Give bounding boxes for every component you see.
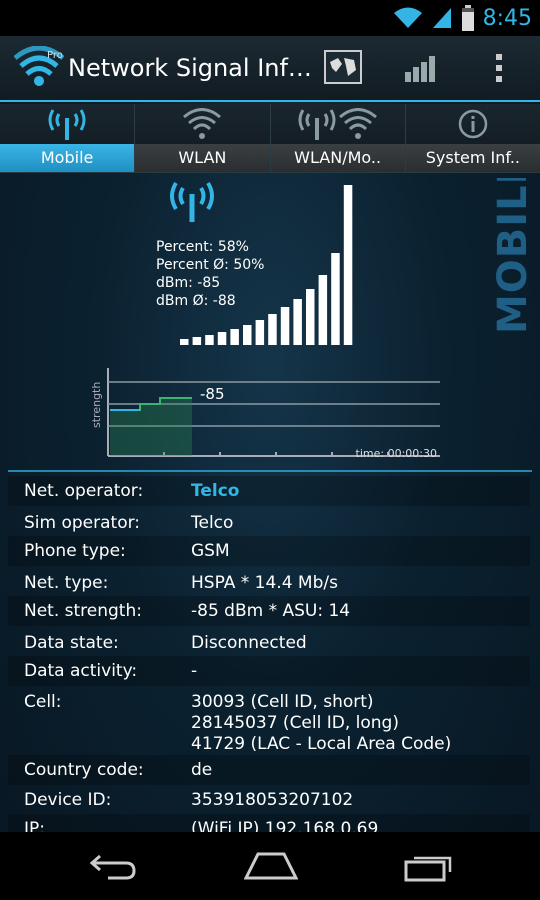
- info-label: Net. strength:: [24, 601, 142, 621]
- info-value: -85 dBm * ASU: 14: [191, 601, 351, 621]
- info-value-group: Telco: [191, 481, 239, 502]
- map-icon[interactable]: [324, 50, 362, 86]
- signal-bars-icon[interactable]: [404, 54, 438, 82]
- signal-bar: [343, 185, 353, 345]
- strength-graph: strength -85 time: 00:00:30: [90, 368, 440, 460]
- signal-bar: [243, 325, 252, 345]
- tab-label: WLAN/Mo..: [270, 144, 405, 172]
- screen: 8:45 Pro Network Signal Inf… Mobile WLAN…: [0, 0, 540, 900]
- tab-bar: Mobile WLAN WLAN/Mo.. System Inf..: [0, 104, 540, 173]
- mobile-side-label: MOBILE: [490, 178, 534, 334]
- info-value-group: 30093 (Cell ID, short) 28145037 (Cell ID,…: [191, 692, 451, 755]
- info-value: 28145037 (Cell ID, long): [191, 713, 399, 733]
- info-value: Disconnected: [191, 633, 307, 653]
- info-value-group: Telco: [191, 513, 233, 534]
- info-label: Net. type:: [24, 573, 109, 593]
- info-row: Phone type: GSM: [8, 536, 530, 566]
- tab-label: System Inf..: [405, 144, 540, 172]
- tower-wifi-icon: [298, 108, 377, 140]
- info-icon: [458, 109, 488, 139]
- signal-bar: [255, 320, 265, 345]
- info-value-group: HSPA * 14.4 Mb/s: [191, 573, 338, 594]
- info-row: Device ID: 353918053207102: [8, 785, 530, 814]
- cell-signal-icon: [432, 8, 451, 28]
- info-value-group: Disconnected: [191, 633, 307, 654]
- tab-wlan-mobile[interactable]: WLAN/Mo..: [270, 104, 406, 172]
- info-value-group: -85 dBm * ASU: 14: [191, 601, 350, 622]
- section-divider: [8, 470, 532, 472]
- info-label: Data state:: [24, 633, 119, 653]
- graph-current-value: -85: [200, 385, 225, 403]
- status-bar: 8:45: [0, 0, 540, 36]
- signal-bar: [192, 337, 202, 345]
- cell-tower-icon: [48, 109, 86, 140]
- home-icon[interactable]: [244, 850, 298, 882]
- info-value: Telco: [191, 513, 234, 533]
- clock: 8:45: [482, 5, 532, 31]
- signal-bar: [268, 314, 277, 345]
- info-row: Net. strength: -85 dBm * ASU: 14: [8, 596, 530, 626]
- app-icon-badge: Pro: [47, 50, 63, 61]
- info-value: -: [191, 661, 198, 681]
- signal-bar: [318, 275, 328, 345]
- info-label: Sim operator:: [24, 513, 141, 533]
- back-icon[interactable]: [88, 850, 138, 882]
- navigation-bar: [0, 832, 540, 900]
- app-wifi-icon[interactable]: Pro: [14, 46, 64, 92]
- signal-bar: [331, 253, 340, 345]
- signal-bar: [230, 329, 239, 345]
- info-value: 353918053207102: [191, 790, 354, 810]
- battery-icon: [461, 5, 474, 31]
- signal-bar: [293, 299, 302, 345]
- info-label: Net. operator:: [24, 481, 144, 501]
- signal-strength-bars: [180, 185, 353, 345]
- info-label: Country code:: [24, 760, 144, 780]
- info-row: Data state: Disconnected: [8, 628, 530, 656]
- info-value: HSPA * 14.4 Mb/s: [191, 573, 338, 593]
- signal-bar: [280, 307, 290, 345]
- info-value: de: [191, 760, 213, 780]
- action-bar: Pro Network Signal Inf…: [0, 36, 540, 102]
- info-list: Net. operator: Telco Sim operator: Telco Pho…: [0, 476, 540, 832]
- tab-mobile[interactable]: Mobile: [0, 104, 136, 172]
- info-row: Net. type: HSPA * 14.4 Mb/s: [8, 568, 530, 596]
- info-label: Data activity:: [24, 661, 138, 681]
- info-value-group: GSM: [191, 541, 230, 562]
- signal-bar: [205, 335, 214, 345]
- info-value-group: (WiFi IP) 192.168.0.69: [191, 819, 378, 832]
- overflow-menu-icon[interactable]: [492, 50, 506, 86]
- info-value: 30093 (Cell ID, short): [191, 692, 374, 712]
- info-row: Net. operator: Telco: [8, 476, 530, 506]
- tab-label: WLAN: [135, 144, 270, 172]
- tab-system-info[interactable]: System Inf..: [405, 104, 540, 172]
- info-label: IP:: [24, 819, 45, 832]
- signal-bar: [217, 332, 227, 345]
- info-label: Phone type:: [24, 541, 126, 561]
- info-label: Cell:: [24, 692, 62, 712]
- info-value: (WiFi IP) 192.168.0.69: [191, 819, 379, 832]
- recents-icon[interactable]: [404, 850, 454, 882]
- tab-label: Mobile: [0, 144, 135, 172]
- info-row: Data activity: -: [8, 656, 530, 686]
- signal-bar: [306, 289, 315, 345]
- info-value-group: -: [191, 661, 197, 682]
- wifi-icon: [393, 7, 422, 28]
- app-title: Network Signal Inf…: [68, 54, 312, 82]
- wifi-icon: [183, 108, 222, 139]
- signal-bar: [180, 339, 189, 345]
- info-row: IP: (WiFi IP) 192.168.0.69: [8, 814, 530, 832]
- info-row: Sim operator: Telco: [8, 508, 530, 536]
- info-label: Device ID:: [24, 790, 112, 810]
- info-value-group: de: [191, 760, 212, 781]
- info-value: Telco: [191, 481, 240, 501]
- graph-time-label: time: 00:00:30: [356, 447, 437, 460]
- info-row: Country code: de: [8, 755, 530, 785]
- graph-ylabel: strength: [90, 382, 103, 428]
- info-value-group: 353918053207102: [191, 790, 353, 811]
- info-value: GSM: [191, 541, 230, 561]
- tab-wlan[interactable]: WLAN: [135, 104, 271, 172]
- info-value: 41729 (LAC - Local Area Code): [191, 734, 452, 754]
- svg-text:MOBILE: MOBILE: [490, 178, 534, 334]
- info-row: Cell: 30093 (Cell ID, short) 28145037 (Cel…: [8, 687, 530, 755]
